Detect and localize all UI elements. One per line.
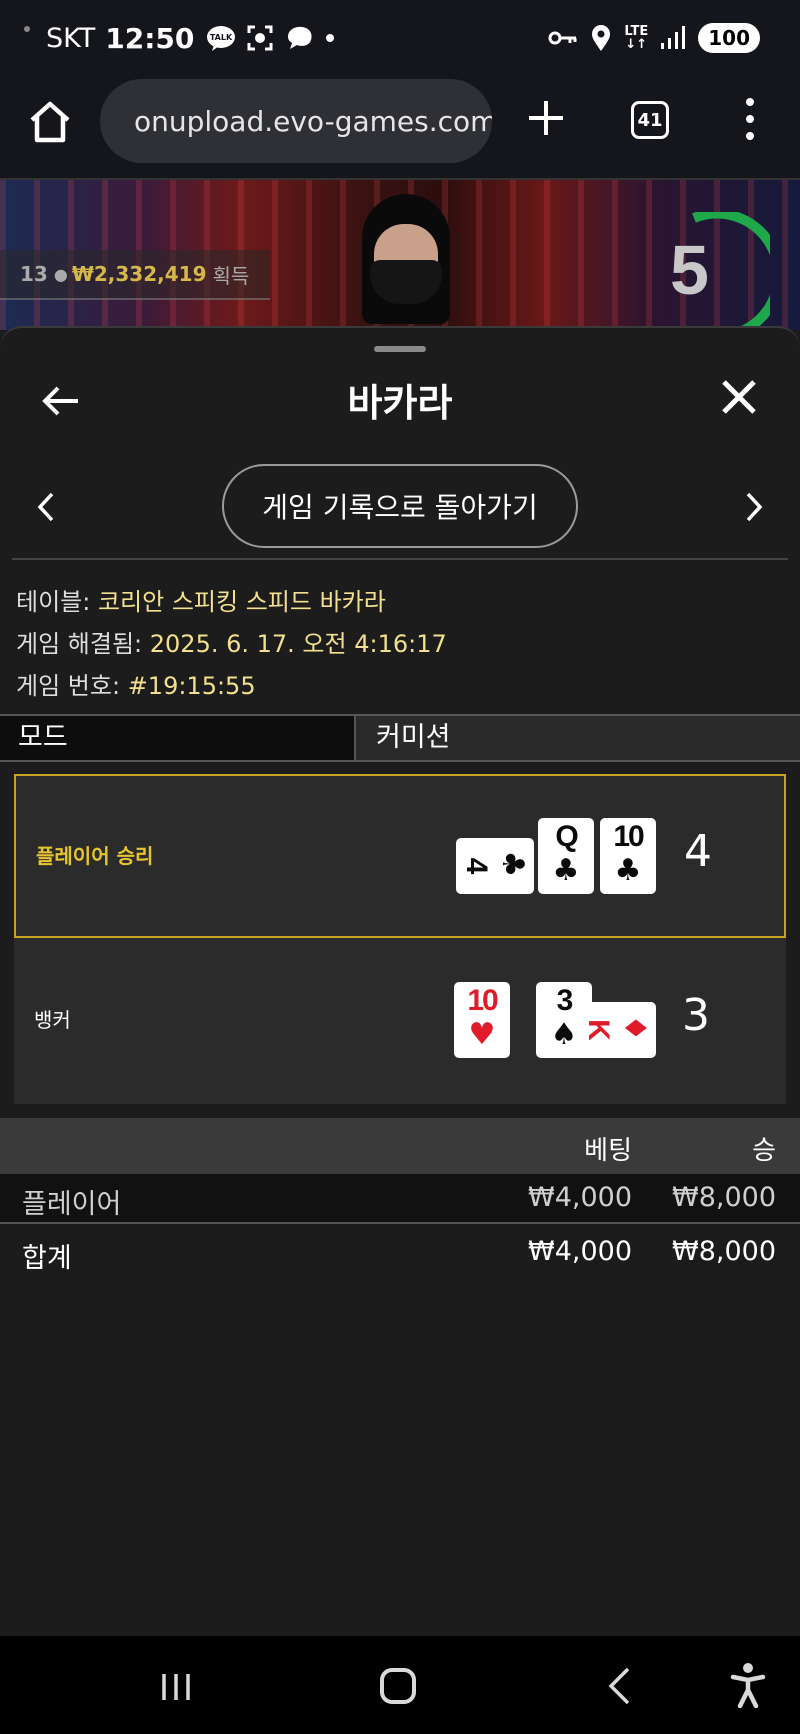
resolved-label: 게임 해결됨: xyxy=(16,630,143,658)
bet-amount: ₩4,000 xyxy=(528,1182,632,1213)
carrier-label: SKT xyxy=(46,22,96,54)
player-card: 4 ♣ xyxy=(456,838,534,894)
card-rank: 10 xyxy=(467,984,498,1017)
notification-dot xyxy=(24,26,30,32)
winners-count: 13 xyxy=(20,262,48,286)
card-rank: K xyxy=(582,1019,615,1039)
countdown-timer: 5 xyxy=(670,231,709,309)
card-rank: Q xyxy=(555,820,578,853)
table-label: 테이블: xyxy=(16,588,91,616)
player-card: 10 ♣ xyxy=(600,818,656,894)
divider xyxy=(12,558,788,560)
total-bet: ₩4,000 xyxy=(528,1236,632,1267)
mode-tabs: 모드 커미션 xyxy=(0,714,800,762)
bet-column-header: 베팅 xyxy=(584,1136,632,1166)
win-amount: ₩8,000 xyxy=(672,1182,776,1213)
nav-back-icon[interactable] xyxy=(606,1666,632,1706)
player-card: Q ♣ xyxy=(538,818,594,894)
table-value: 코리안 스피킹 스피드 바카라 xyxy=(97,588,386,616)
key-icon xyxy=(548,31,577,45)
info-game-number: 게임 번호: #19:15:55 xyxy=(16,666,256,701)
home-icon[interactable] xyxy=(26,98,74,146)
banker-score: 3 xyxy=(682,990,710,1041)
panel-title: 바카라 xyxy=(347,381,453,425)
close-icon[interactable] xyxy=(720,378,758,416)
screenshot-icon xyxy=(247,25,273,51)
winners-label: 획득 xyxy=(212,263,250,288)
next-game-icon[interactable] xyxy=(742,490,766,524)
notification-icons: TALK xyxy=(206,24,336,52)
drag-handle[interactable] xyxy=(374,346,426,352)
card-rank: 4 xyxy=(460,857,493,873)
accessibility-icon[interactable] xyxy=(730,1662,766,1708)
browser-toolbar: onupload.evo-games.com 41 xyxy=(0,76,800,180)
card-suit-icon: ♥ xyxy=(468,1017,496,1052)
svg-text:TALK: TALK xyxy=(210,33,233,42)
game-number-label: 게임 번호: xyxy=(16,672,121,700)
person-icon: ● xyxy=(53,264,68,284)
player-score: 4 xyxy=(684,826,712,877)
card-suit-icon: ♣ xyxy=(614,853,642,888)
kakaotalk-icon: TALK xyxy=(207,26,236,51)
more-menu-icon[interactable] xyxy=(740,94,760,144)
info-resolved: 게임 해결됨: 2025. 6. 17. 오전 4:16:17 xyxy=(16,624,447,659)
dot-icon xyxy=(326,34,335,42)
card-suit-icon: ♣ xyxy=(552,853,580,888)
tab-commission[interactable]: 커미션 xyxy=(356,716,800,760)
banker-card: 10 ♥ xyxy=(454,982,510,1058)
messenger-icon xyxy=(288,26,312,49)
winners-amount: ₩2,332,419 xyxy=(71,262,207,286)
location-icon xyxy=(592,25,611,51)
player-result-row: 플레이어 승리 4 ♣ Q ♣ 10 ♣ 4 xyxy=(14,774,786,938)
system-nav-bar xyxy=(0,1636,800,1734)
win-column-header: 승 xyxy=(752,1136,776,1166)
card-suit-icon: ♣ xyxy=(495,850,530,878)
card-rank: 10 xyxy=(613,820,644,853)
battery-indicator: 100 xyxy=(698,23,760,53)
address-bar[interactable]: onupload.evo-games.com xyxy=(100,79,492,163)
round-results: 플레이어 승리 4 ♣ Q ♣ 10 ♣ 4 뱅커 10 ♥ 3 ♠ K ♦ 3 xyxy=(14,774,786,1104)
total-win: ₩8,000 xyxy=(672,1236,776,1267)
card-suit-icon: ♦ xyxy=(617,1014,652,1042)
player-result-label: 플레이어 승리 xyxy=(36,844,154,868)
back-to-history-button[interactable]: 게임 기록으로 돌아가기 xyxy=(222,464,578,548)
total-label: 합계 xyxy=(22,1243,72,1274)
new-tab-icon[interactable] xyxy=(526,98,566,138)
lte-indicator: LTE ↓↑ xyxy=(624,24,649,52)
banker-result-label: 뱅커 xyxy=(34,1008,71,1032)
history-detail-panel: 바카라 게임 기록으로 돌아가기 테이블: 코리안 스피킹 스피드 바카라 게임… xyxy=(0,326,800,1636)
total-row: 합계 ₩4,000 ₩8,000 xyxy=(0,1226,800,1276)
banker-card: K ♦ xyxy=(578,1002,656,1058)
bet-name: 플레이어 xyxy=(22,1189,122,1220)
live-video: 13 ● ₩2,332,419 획득 5 xyxy=(0,180,800,330)
banker-result-row: 뱅커 10 ♥ 3 ♠ K ♦ 3 xyxy=(14,940,786,1104)
nav-home-icon[interactable] xyxy=(380,1668,416,1704)
game-number-value: #19:15:55 xyxy=(127,672,256,700)
table-row: 플레이어 ₩4,000 ₩8,000 xyxy=(0,1174,800,1224)
system-icons: LTE ↓↑ 100 xyxy=(548,23,760,53)
clock: 12:50 xyxy=(105,21,195,55)
signal-icon xyxy=(661,26,686,49)
url-text: onupload.evo-games.com xyxy=(134,104,492,138)
tab-switcher-button[interactable]: 41 xyxy=(631,101,669,139)
bet-table-header: 베팅 승 xyxy=(0,1118,800,1174)
recent-apps-icon[interactable] xyxy=(160,1672,192,1702)
info-table: 테이블: 코리안 스피킹 스피드 바카라 xyxy=(16,582,386,617)
status-bar: SKT 12:50 TALK LTE ↓↑ 100 xyxy=(0,0,800,76)
previous-game-icon[interactable] xyxy=(34,490,58,524)
tab-mode[interactable]: 모드 xyxy=(0,716,356,760)
winners-banner: 13 ● ₩2,332,419 획득 xyxy=(0,250,270,300)
resolved-value: 2025. 6. 17. 오전 4:16:17 xyxy=(149,630,447,658)
